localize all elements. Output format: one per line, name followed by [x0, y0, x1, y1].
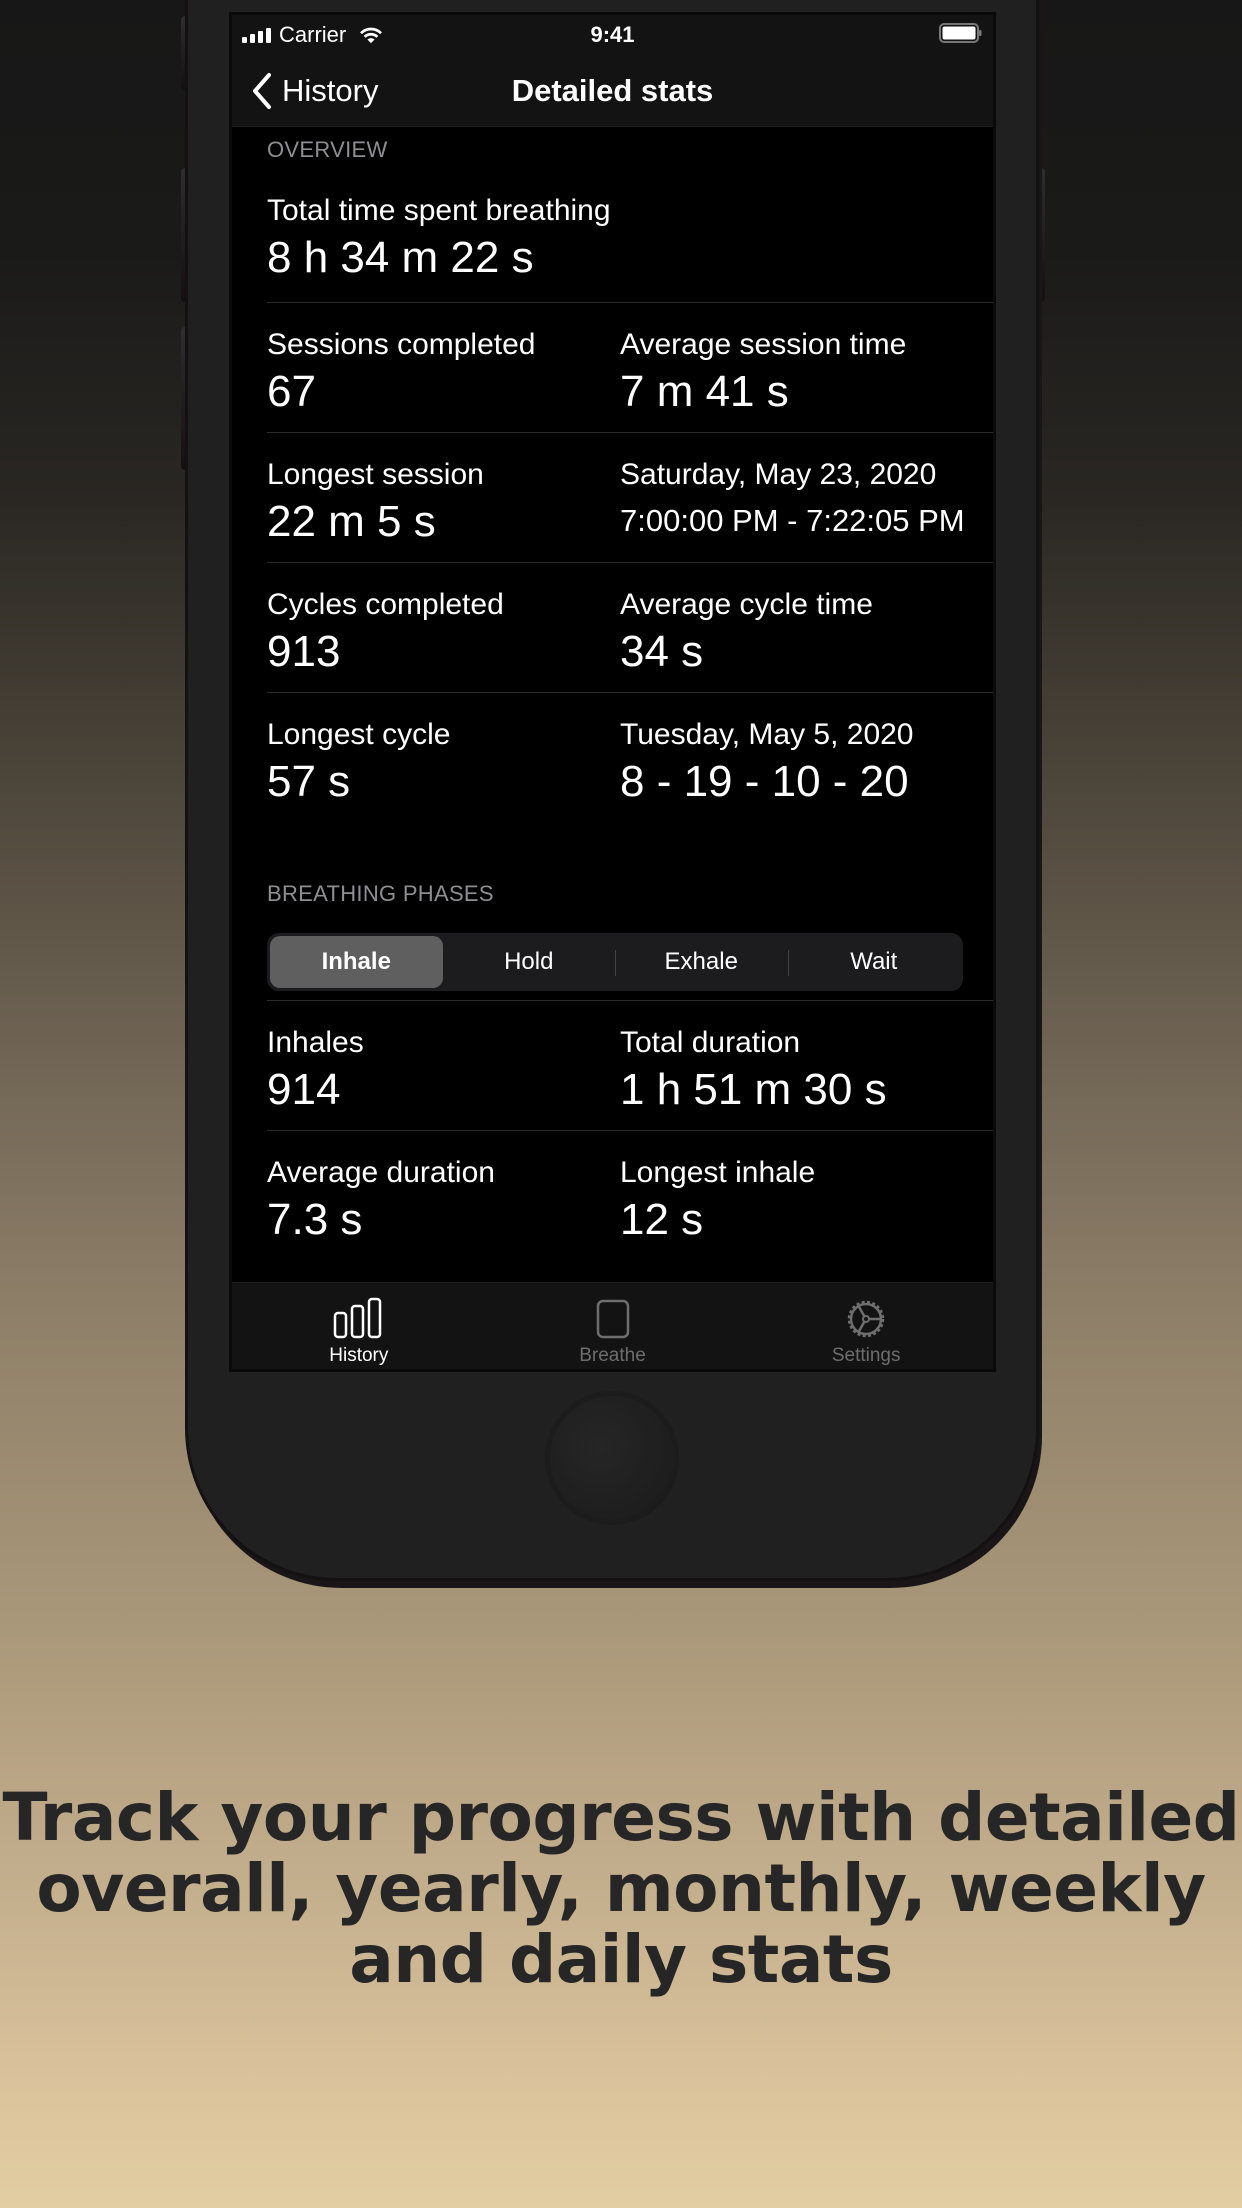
stat-sessions-completed: Sessions completed 67 [267, 327, 620, 432]
status-time: 9:41 [590, 22, 635, 47]
stat-label: Total time spent breathing [267, 194, 611, 227]
section-header-breathing-phases: BREATHING PHASES [267, 881, 494, 906]
status-bar: Carrier 9:41 [232, 15, 993, 55]
stats-content[interactable]: OVERVIEW Total time spent breathing 8 h … [232, 127, 993, 1261]
stat-date: Saturday, May 23, 2020 [620, 458, 937, 491]
back-button[interactable]: History [232, 72, 378, 110]
stat-label: Longest inhale [620, 1156, 816, 1189]
stat-label: Inhales [267, 1026, 364, 1059]
stat-label: Sessions completed [267, 328, 536, 361]
bar-chart-icon [333, 1297, 382, 1339]
segment-hold[interactable]: Hold [443, 936, 616, 988]
stat-value: 914 [267, 1065, 341, 1114]
stat-inhales: Inhales 914 [267, 1025, 620, 1130]
stat-cycles-completed: Cycles completed 913 [267, 587, 620, 692]
stat-row: Sessions completed 67 Average session ti… [267, 303, 993, 433]
stat-value: 7.3 s [267, 1195, 363, 1244]
battery-icon [939, 23, 982, 43]
headline-line: overall, yearly, monthly, weekly [36, 1850, 1206, 1927]
stat-label: Average duration [267, 1156, 495, 1189]
stat-longest-cycle-date: Tuesday, May 5, 2020 8 - 19 - 10 - 20 [620, 717, 973, 823]
stat-label: Average session time [620, 328, 907, 361]
stat-value: 7 m 41 s [620, 367, 789, 416]
headline-line: Track your progress with detailed [2, 1779, 1240, 1856]
stat-value: 34 s [620, 627, 704, 676]
stat-longest-session: Longest session 22 m 5 s [267, 457, 620, 562]
segment-wait[interactable]: Wait [787, 936, 961, 988]
stat-row: Longest session 22 m 5 s Saturday, May 2… [267, 433, 993, 563]
tab-breathe[interactable]: Breathe [486, 1283, 740, 1369]
stat-value: 57 s [267, 757, 351, 806]
tab-history[interactable]: History [232, 1283, 486, 1369]
stat-average-session-time: Average session time 7 m 41 s [620, 327, 973, 432]
stat-cycle-pattern: 8 - 19 - 10 - 20 [620, 757, 909, 806]
phase-selector-wrap: Inhale Hold Exhale Wait [267, 933, 993, 1001]
chevron-left-icon [253, 72, 271, 109]
gear-icon [847, 1300, 885, 1338]
stat-total-duration: Total duration 1 h 51 m 30 s [620, 1025, 973, 1130]
stat-longest-inhale: Longest inhale 12 s [620, 1155, 973, 1261]
stat-value: 913 [267, 627, 341, 676]
stat-average-cycle-time: Average cycle time 34 s [620, 587, 973, 692]
stat-label: Cycles completed [267, 588, 504, 621]
stat-longest-session-date: Saturday, May 23, 2020 7:00:00 PM - 7:22… [620, 457, 973, 562]
home-button [550, 1396, 674, 1520]
back-label: History [282, 72, 379, 108]
tab-bar: History Breathe Settings [232, 1282, 993, 1369]
tab-label: Breathe [579, 1345, 646, 1366]
tab-settings[interactable]: Settings [739, 1283, 993, 1369]
stat-value: 67 [267, 367, 316, 416]
segment-inhale[interactable]: Inhale [270, 936, 443, 988]
phase-segmented-control[interactable]: Inhale Hold Exhale Wait [267, 933, 963, 991]
stat-label: Average cycle time [620, 588, 873, 621]
tab-label: History [329, 1345, 389, 1366]
power-button [1036, 168, 1045, 302]
stat-date: Tuesday, May 5, 2020 [620, 718, 914, 751]
stat-value: 8 h 34 m 22 s [267, 233, 534, 282]
stat-label: Longest cycle [267, 718, 451, 751]
phone-screen: Carrier 9:41 History Detailed stats OVER… [229, 12, 996, 1372]
stat-row: Longest cycle 57 s Tuesday, May 5, 2020 … [267, 693, 993, 823]
stat-row: Average duration 7.3 s Longest inhale 12… [267, 1131, 993, 1261]
stat-value: 1 h 51 m 30 s [620, 1065, 887, 1114]
headline-line: and daily stats [349, 1921, 893, 1998]
stat-row: Inhales 914 Total duration 1 h 51 m 30 s [267, 1001, 993, 1131]
stat-average-duration: Average duration 7.3 s [267, 1155, 620, 1261]
marketing-headline: Track your progress with detailed overal… [0, 1782, 1242, 1995]
stat-row: Cycles completed 913 Average cycle time … [267, 563, 993, 693]
stat-total-time: Total time spent breathing 8 h 34 m 22 s [267, 193, 967, 302]
stat-value: 12 s [620, 1195, 704, 1244]
stat-value: 22 m 5 s [267, 497, 436, 546]
navigation-bar: History Detailed stats [232, 55, 993, 127]
stat-time-range: 7:00:00 PM - 7:22:05 PM [620, 503, 965, 538]
stat-label: Total duration [620, 1026, 801, 1059]
square-icon [596, 1299, 629, 1339]
stat-longest-cycle: Longest cycle 57 s [267, 717, 620, 823]
segment-exhale[interactable]: Exhale [615, 936, 788, 988]
tab-label: Settings [831, 1345, 901, 1366]
section-header-overview: OVERVIEW [267, 137, 388, 162]
stat-label: Longest session [267, 458, 484, 491]
stat-row-total-time: Total time spent breathing 8 h 34 m 22 s [267, 183, 993, 303]
